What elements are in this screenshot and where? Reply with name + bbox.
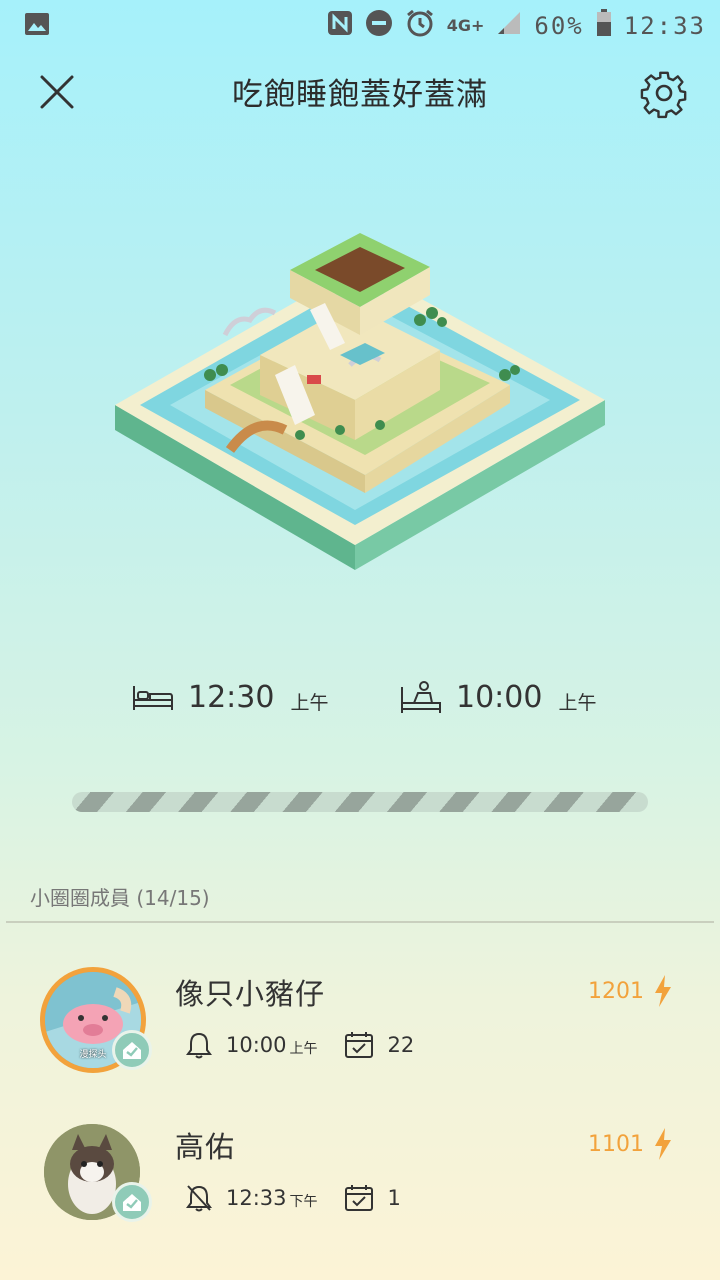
wake-time[interactable]: 10:00 上午 bbox=[400, 680, 596, 715]
energy-score: 1201 bbox=[588, 975, 672, 1007]
member-info: 10:00 上午 22 bbox=[186, 1031, 414, 1059]
wake-up-icon bbox=[401, 680, 441, 713]
lightning-icon bbox=[655, 975, 671, 1007]
alarm-time: 10:00 bbox=[226, 1033, 287, 1057]
member-name: 像只小豬仔 bbox=[175, 977, 326, 1011]
bedtime[interactable]: 12:30 上午 bbox=[132, 680, 328, 715]
lightning-icon bbox=[655, 1128, 671, 1160]
streak-days: 1 bbox=[387, 1186, 401, 1210]
verified-badge bbox=[112, 1030, 152, 1070]
wake-time-value: 10:00 bbox=[456, 680, 543, 715]
members-section-title: 小圈圈成員 (14/15) bbox=[30, 886, 210, 910]
alarm-period: 上午 bbox=[289, 1041, 318, 1057]
member-row[interactable]: 漫探头 像只小豬仔 10:00 上午 22 1201 bbox=[0, 955, 720, 1105]
do-not-disturb-icon bbox=[365, 9, 393, 43]
battery-percent: 60% bbox=[534, 12, 584, 40]
sleep-progress-bar bbox=[72, 792, 648, 812]
battery-icon bbox=[596, 9, 612, 43]
bedtime-period: 上午 bbox=[290, 692, 329, 714]
calendar-check-icon bbox=[344, 1032, 373, 1058]
score-value: 1201 bbox=[588, 978, 644, 1004]
energy-score: 1101 bbox=[588, 1128, 672, 1160]
home-check-icon bbox=[123, 1042, 141, 1059]
alarm-icon bbox=[405, 8, 435, 44]
sleep-schedule: 12:30 上午 10:00 上午 bbox=[0, 680, 720, 740]
member-name: 高佑 bbox=[175, 1130, 236, 1164]
bed-icon bbox=[133, 685, 173, 710]
clock: 12:33 bbox=[623, 12, 706, 40]
alarm-period: 下午 bbox=[289, 1194, 318, 1210]
home-check-icon bbox=[123, 1194, 141, 1211]
verified-badge bbox=[112, 1182, 152, 1222]
bedtime-value: 12:30 bbox=[188, 680, 275, 715]
page-title: 吃飽睡飽蓋好蓋滿 bbox=[232, 77, 488, 113]
settings-button[interactable] bbox=[636, 65, 692, 121]
member-row[interactable]: 高佑 12:33 下午 1 1101 bbox=[0, 1110, 720, 1260]
network-icon: 4G+ bbox=[446, 16, 485, 35]
sleep-island-illustration bbox=[110, 225, 610, 585]
status-bar: 4G+ 60% 12:33 bbox=[0, 0, 720, 50]
bell-off-icon bbox=[186, 1185, 212, 1212]
gear-icon bbox=[640, 71, 687, 119]
header: 吃飽睡飽蓋好蓋滿 bbox=[0, 55, 720, 125]
image-notification-icon bbox=[24, 12, 50, 40]
nfc-icon bbox=[327, 10, 353, 42]
score-value: 1101 bbox=[588, 1131, 644, 1157]
member-info: 12:33 下午 1 bbox=[186, 1184, 401, 1212]
streak-days: 22 bbox=[387, 1033, 415, 1057]
divider bbox=[6, 921, 714, 923]
bell-icon bbox=[186, 1032, 212, 1059]
alarm-time: 12:33 bbox=[226, 1186, 287, 1210]
wake-time-period: 上午 bbox=[558, 692, 597, 714]
signal-icon bbox=[496, 10, 522, 42]
calendar-check-icon bbox=[344, 1185, 373, 1211]
